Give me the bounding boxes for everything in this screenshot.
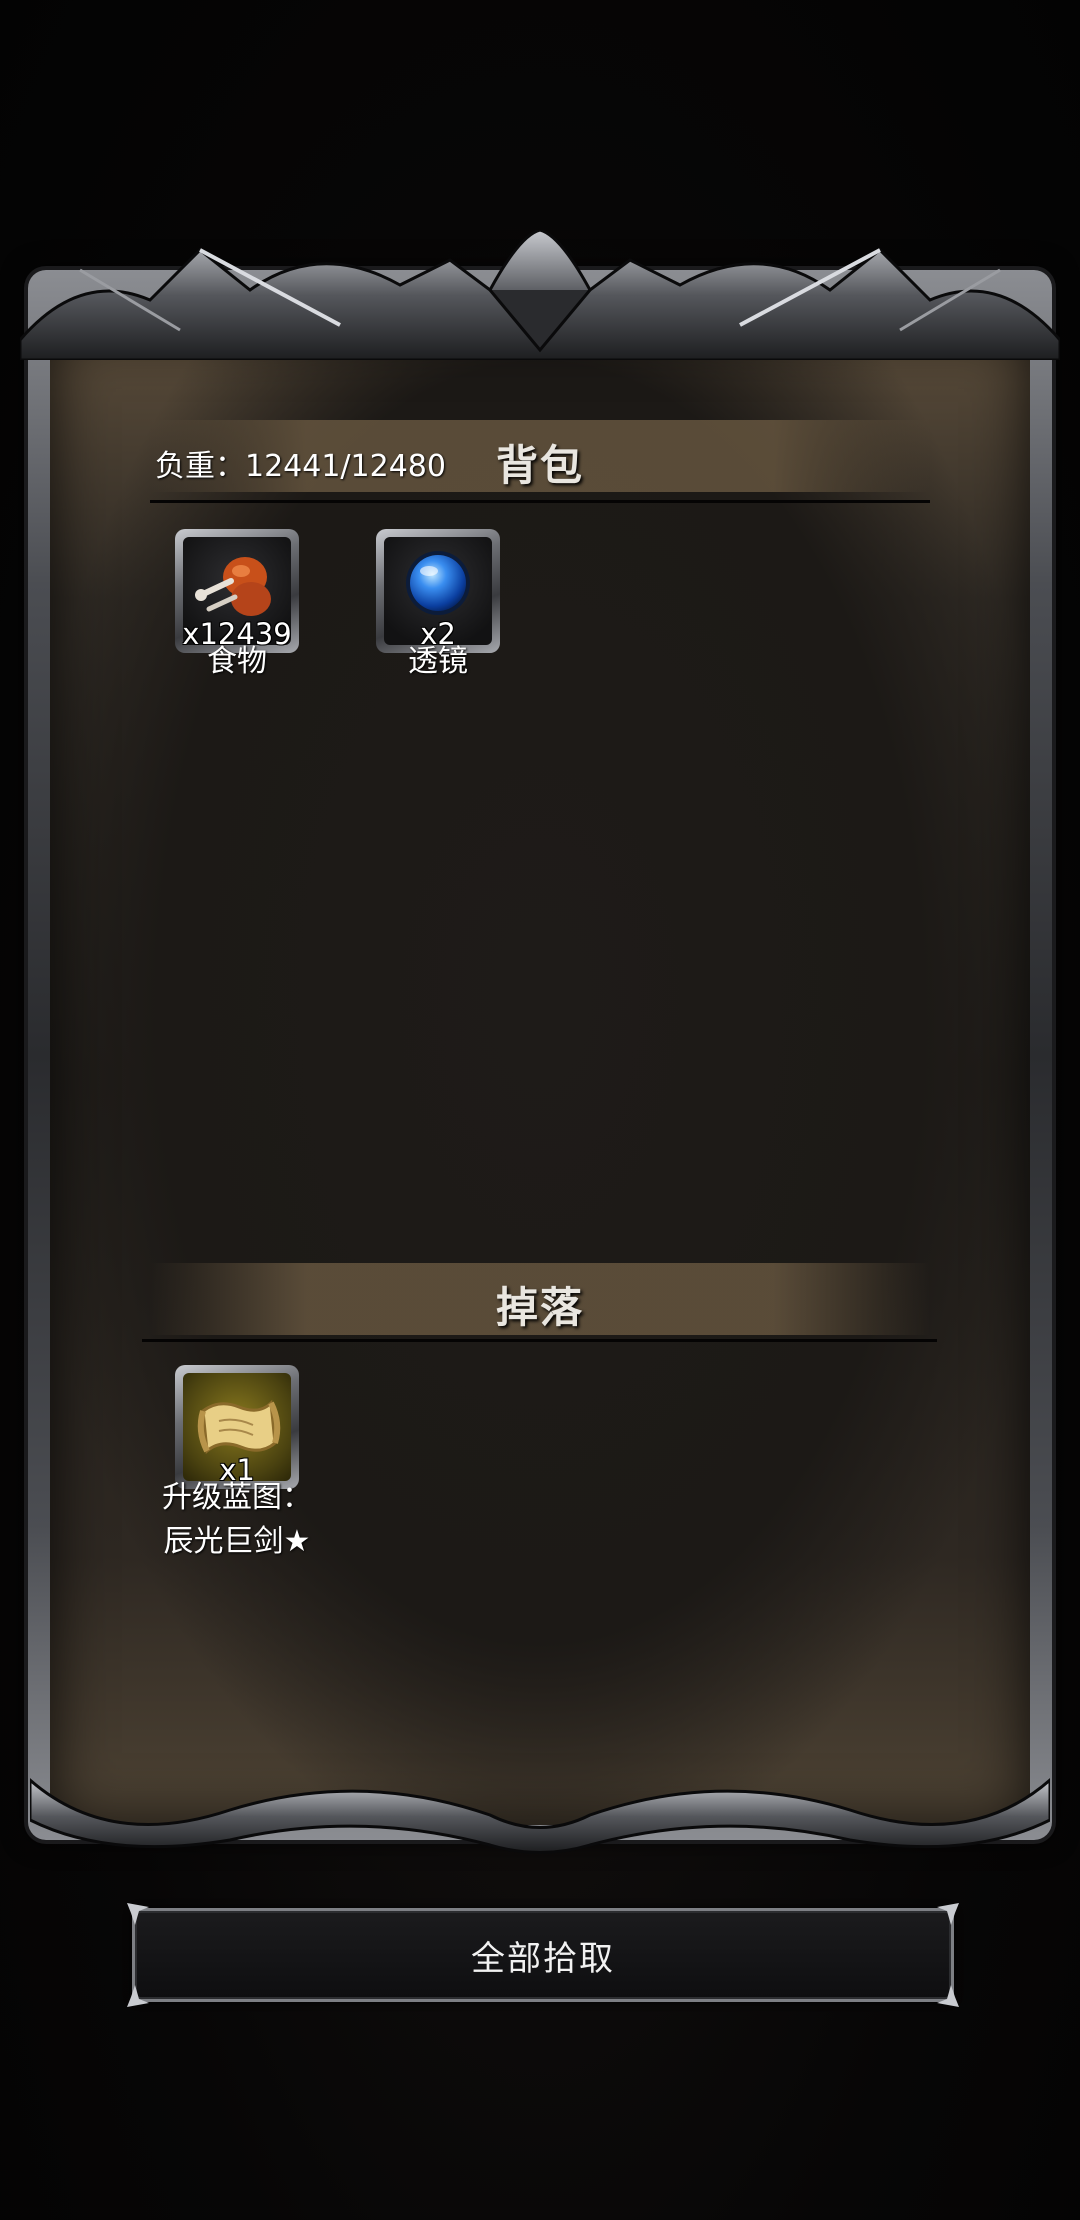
corner-ornament-icon bbox=[127, 1903, 149, 1925]
drop-item-name: 升级蓝图： 辰光巨剑★ bbox=[127, 1476, 347, 1564]
backpack-divider bbox=[150, 500, 930, 503]
item-name-food: 食物 bbox=[207, 644, 267, 679]
item-name-lens: 透镜 bbox=[408, 644, 468, 679]
backpack-title: 背包 bbox=[496, 441, 585, 490]
drops-title: 掉落 bbox=[496, 1283, 585, 1332]
loot-screen: 负重：12441/12480 背包 x12439 食物 x2 透镜 掉落 x1 … bbox=[0, 0, 1080, 2220]
frame-crest-ornament bbox=[20, 230, 1060, 360]
drop-item-name-line1: 升级蓝图： bbox=[162, 1480, 312, 1515]
corner-ornament-icon bbox=[937, 1903, 959, 1925]
item-slot-lens[interactable]: x2 bbox=[376, 529, 500, 653]
item-slot-food[interactable]: x12439 bbox=[175, 529, 299, 653]
drop-item-name-line2: 辰光巨剑★ bbox=[163, 1524, 311, 1559]
drops-divider bbox=[142, 1339, 937, 1342]
corner-ornament-icon bbox=[127, 1985, 149, 2007]
weight-capacity-label: 负重：12441/12480 bbox=[155, 449, 446, 484]
corner-ornament-icon bbox=[937, 1985, 959, 2007]
pickup-all-button[interactable]: 全部拾取 bbox=[127, 1903, 959, 2007]
drop-slot-blueprint[interactable]: x1 bbox=[175, 1365, 299, 1489]
frame-bottom-ornament bbox=[30, 1778, 1050, 1854]
pickup-all-label: 全部拾取 bbox=[471, 1938, 615, 1979]
